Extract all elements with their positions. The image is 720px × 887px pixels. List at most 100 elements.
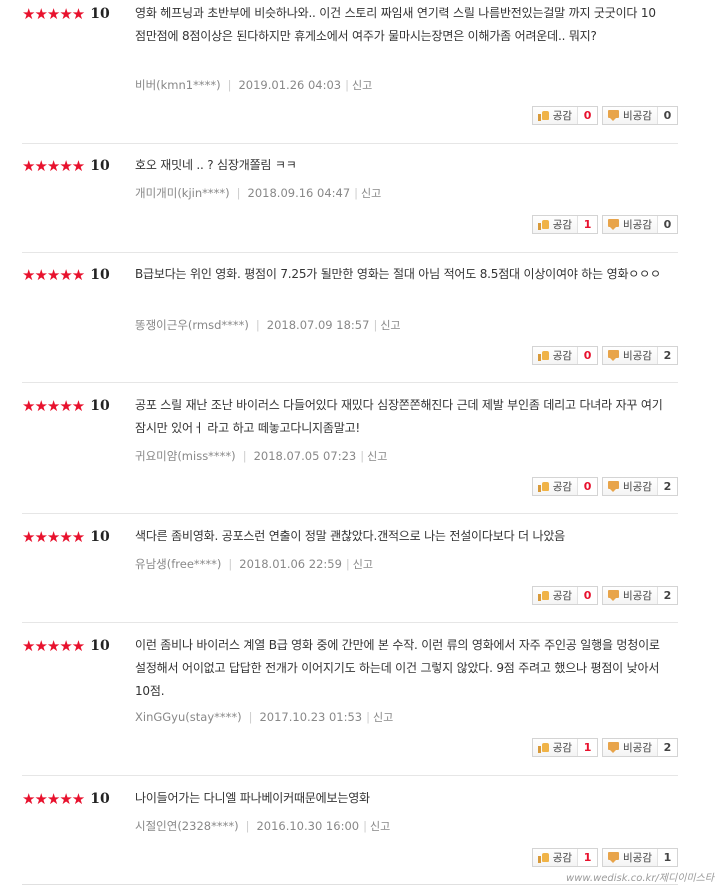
vote-buttons: 공감 0 비공감 2 bbox=[531, 586, 678, 605]
like-button[interactable]: 공감 0 bbox=[531, 586, 599, 605]
like-label: 공감 bbox=[552, 350, 573, 362]
divider: | bbox=[354, 186, 359, 200]
speech-bubble-icon bbox=[608, 219, 620, 230]
review-score: ★★★★★ 10 bbox=[22, 6, 110, 22]
dislike-button[interactable]: 비공감 0 bbox=[602, 215, 678, 234]
review-meta: 똥쟁이근우(rmsd****) | 2018.07.09 18:57 | 신고 bbox=[135, 317, 401, 333]
dislike-button[interactable]: 비공감 0 bbox=[602, 106, 678, 125]
dislike-button[interactable]: 비공감 2 bbox=[602, 346, 678, 365]
like-button[interactable]: 공감 1 bbox=[531, 848, 599, 867]
divider: | bbox=[366, 710, 371, 724]
like-label: 공감 bbox=[552, 110, 573, 122]
divider: | bbox=[345, 557, 350, 571]
speech-bubble-icon bbox=[608, 350, 620, 361]
thumbs-up-icon bbox=[537, 481, 550, 492]
review-item: ★★★★★ 10 영화 헤프닝과 초반부에 비슷하나와.. 이건 스토리 짜임새… bbox=[22, 6, 678, 144]
review-meta: 유남생(free****) | 2018.01.06 22:59 | 신고 bbox=[135, 556, 373, 572]
speech-bubble-icon bbox=[608, 481, 620, 492]
dislike-button[interactable]: 비공감 2 bbox=[602, 477, 678, 496]
divider: | bbox=[360, 449, 365, 463]
review-date: 2016.10.30 16:00 bbox=[256, 819, 360, 833]
report-link[interactable]: 신고 bbox=[352, 79, 372, 92]
like-button[interactable]: 공감 0 bbox=[531, 106, 599, 125]
report-link[interactable]: 신고 bbox=[367, 450, 387, 463]
like-button[interactable]: 공감 1 bbox=[531, 215, 599, 234]
thumbs-up-icon bbox=[537, 742, 550, 753]
review-author: 똥쟁이근우(rmsd****) bbox=[135, 318, 249, 332]
speech-bubble-icon bbox=[608, 852, 620, 863]
dislike-button[interactable]: 비공감 1 bbox=[602, 848, 678, 867]
review-author: 개미개미(kjin****) bbox=[135, 186, 230, 200]
review-author: 유남생(free****) bbox=[135, 557, 222, 571]
like-count: 0 bbox=[583, 349, 592, 362]
like-button[interactable]: 공감 0 bbox=[531, 346, 599, 365]
score-value: 10 bbox=[90, 6, 110, 22]
like-label: 공감 bbox=[552, 852, 573, 864]
dislike-label: 비공감 bbox=[623, 742, 652, 754]
dislike-count: 2 bbox=[663, 741, 672, 754]
dislike-button[interactable]: 비공감 2 bbox=[602, 738, 678, 757]
review-text: 이런 좀비나 바이러스 계열 B급 영화 중에 간만에 본 수작. 이런 류의 … bbox=[135, 638, 660, 698]
thumbs-up-icon bbox=[537, 110, 550, 121]
divider: | bbox=[236, 186, 241, 200]
report-link[interactable]: 신고 bbox=[380, 319, 400, 332]
review-meta: 시절인연(2328****) | 2016.10.30 16:00 | 신고 bbox=[135, 818, 390, 834]
review-author: 시절인연(2328****) bbox=[135, 819, 239, 833]
dislike-button[interactable]: 비공감 2 bbox=[602, 586, 678, 605]
like-count: 1 bbox=[583, 218, 592, 231]
report-link[interactable]: 신고 bbox=[361, 187, 381, 200]
divider: | bbox=[248, 710, 253, 724]
review-score: ★★★★★ 10 bbox=[22, 638, 110, 654]
like-button[interactable]: 공감 1 bbox=[531, 738, 599, 757]
dislike-label: 비공감 bbox=[623, 852, 652, 864]
review-date: 2019.01.26 04:03 bbox=[238, 78, 342, 92]
dislike-label: 비공감 bbox=[623, 590, 652, 602]
score-value: 10 bbox=[90, 638, 110, 654]
review-text: 나이들어가는 다니엘 파나베이커때문에보는영화 bbox=[135, 791, 370, 805]
speech-bubble-icon bbox=[608, 590, 620, 601]
review-date: 2018.01.06 22:59 bbox=[239, 557, 342, 571]
review-meta: 비버(kmn1****) | 2019.01.26 04:03 | 신고 bbox=[135, 77, 372, 93]
star-rating-icon: ★★★★★ bbox=[22, 790, 85, 808]
divider: | bbox=[255, 318, 260, 332]
review-text: 색다른 좀비영화. 공포스런 연출이 정말 괜찮았다.갠적으로 나는 전설이다보… bbox=[135, 529, 566, 543]
review-text: 공포 스릴 재난 조난 바이러스 다들어있다 재밌다 심장쫀쫀해진다 근데 제발… bbox=[135, 398, 663, 435]
like-count: 0 bbox=[583, 589, 592, 602]
vote-buttons: 공감 1 비공감 1 bbox=[531, 848, 678, 867]
dislike-count: 2 bbox=[663, 480, 672, 493]
vote-buttons: 공감 1 비공감 2 bbox=[531, 738, 678, 757]
review-meta: 개미개미(kjin****) | 2018.09.16 04:47 | 신고 bbox=[135, 185, 381, 201]
review-score: ★★★★★ 10 bbox=[22, 529, 110, 545]
score-value: 10 bbox=[90, 398, 110, 414]
vote-buttons: 공감 1 비공감 0 bbox=[531, 215, 678, 234]
review-meta: XinGGyu(stay****) | 2017.10.23 01:53 | 신고 bbox=[135, 709, 393, 725]
dislike-label: 비공감 bbox=[623, 219, 652, 231]
review-item: ★★★★★ 10 색다른 좀비영화. 공포스런 연출이 정말 괜찮았다.갠적으로… bbox=[22, 529, 678, 623]
divider: | bbox=[373, 318, 378, 332]
thumbs-up-icon bbox=[537, 219, 550, 230]
star-rating-icon: ★★★★★ bbox=[22, 157, 85, 175]
report-link[interactable]: 신고 bbox=[373, 711, 393, 724]
divider: | bbox=[227, 78, 232, 92]
report-link[interactable]: 신고 bbox=[370, 820, 390, 833]
divider: | bbox=[228, 557, 233, 571]
dislike-count: 2 bbox=[663, 589, 672, 602]
like-button[interactable]: 공감 0 bbox=[531, 477, 599, 496]
dislike-label: 비공감 bbox=[623, 110, 652, 122]
review-item: ★★★★★ 10 공포 스릴 재난 조난 바이러스 다들어있다 재밌다 심장쫀쫀… bbox=[22, 398, 678, 514]
report-link[interactable]: 신고 bbox=[353, 558, 373, 571]
like-count: 1 bbox=[583, 851, 592, 864]
speech-bubble-icon bbox=[608, 110, 620, 121]
star-rating-icon: ★★★★★ bbox=[22, 637, 85, 655]
thumbs-up-icon bbox=[537, 852, 550, 863]
review-item: ★★★★★ 10 B급보다는 위인 영화. 평점이 7.25가 될만한 영화는 … bbox=[22, 267, 678, 383]
score-value: 10 bbox=[90, 158, 110, 174]
review-score: ★★★★★ 10 bbox=[22, 398, 110, 414]
vote-buttons: 공감 0 비공감 2 bbox=[531, 346, 678, 365]
star-rating-icon: ★★★★★ bbox=[22, 5, 85, 23]
review-date: 2018.09.16 04:47 bbox=[247, 186, 351, 200]
review-author: 비버(kmn1****) bbox=[135, 78, 221, 92]
thumbs-up-icon bbox=[537, 590, 550, 601]
review-score: ★★★★★ 10 bbox=[22, 267, 110, 283]
dislike-count: 0 bbox=[663, 109, 672, 122]
